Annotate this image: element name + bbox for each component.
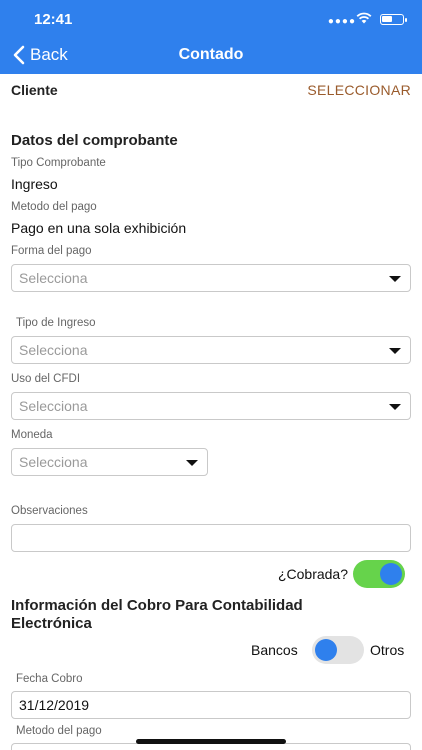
select-cliente-button[interactable]: SELECCIONAR — [307, 82, 411, 98]
wifi-icon — [356, 12, 372, 24]
moneda-placeholder: Selecciona — [19, 454, 88, 470]
section-title-cobro-line1: Información del Cobro Para Contabilidad — [11, 597, 303, 614]
uso-cfdi-label: Uso del CFDI — [11, 373, 81, 385]
forma-pago-placeholder: Selecciona — [19, 270, 88, 286]
cellular-signal-icon: ●●●● — [327, 16, 356, 27]
caret-down-icon — [186, 460, 198, 466]
section-title-comprobante: Datos del comprobante — [11, 132, 178, 149]
tipo-ingreso-label: Tipo de Ingreso — [16, 317, 96, 329]
forma-pago-select[interactable]: Selecciona — [11, 264, 411, 292]
uso-cfdi-placeholder: Selecciona — [19, 398, 88, 414]
status-time: 12:41 — [34, 11, 73, 28]
metodo-pago-cobro-select[interactable] — [11, 743, 411, 750]
otros-label: Otros — [370, 642, 405, 658]
tipo-ingreso-placeholder: Selecciona — [19, 342, 88, 358]
observaciones-label: Observaciones — [11, 505, 88, 517]
page-title: Contado — [178, 46, 244, 63]
caret-down-icon — [389, 404, 401, 410]
forma-pago-label: Forma del pago — [11, 245, 92, 257]
tipo-comprobante-value: Ingreso — [11, 176, 58, 192]
caret-down-icon — [389, 276, 401, 282]
status-bar: 12:41 ●●●● — [0, 0, 422, 40]
fecha-cobro-value: 31/12/2019 — [19, 697, 90, 713]
bancos-otros-toggle[interactable] — [312, 636, 364, 664]
metodo-pago-value: Pago en una sola exhibición — [11, 220, 187, 236]
fecha-cobro-input[interactable]: 31/12/2019 — [11, 691, 411, 719]
moneda-select[interactable]: Selecciona — [11, 448, 208, 476]
uso-cfdi-select[interactable]: Selecciona — [11, 392, 411, 420]
metodo-pago-cobro-label: Metodo del pago — [16, 725, 102, 737]
moneda-label: Moneda — [11, 429, 53, 441]
observaciones-input[interactable] — [11, 524, 411, 552]
section-title-cobro: Información del Cobro Para Contabilidad … — [11, 597, 303, 633]
tipo-comprobante-label: Tipo Comprobante — [11, 157, 106, 169]
metodo-pago-label: Metodo del pago — [11, 201, 97, 213]
tipo-ingreso-select[interactable]: Selecciona — [11, 336, 411, 364]
fecha-cobro-label: Fecha Cobro — [16, 673, 83, 685]
battery-icon — [380, 14, 407, 25]
section-title-cobro-line2: Electrónica — [11, 615, 92, 632]
bancos-label: Bancos — [251, 642, 298, 658]
cobrada-label: ¿Cobrada? — [277, 566, 348, 582]
cliente-label: Cliente — [11, 82, 58, 98]
nav-bar: Back Contado — [0, 40, 422, 74]
cobrada-toggle[interactable] — [353, 560, 405, 588]
caret-down-icon — [389, 348, 401, 354]
home-indicator — [136, 739, 286, 744]
